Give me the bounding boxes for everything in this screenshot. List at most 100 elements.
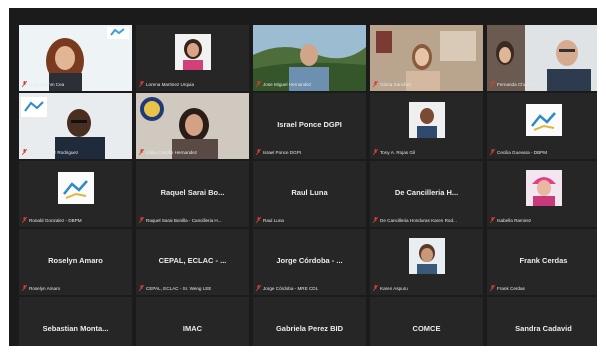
participant-tile[interactable]: Ronald Gonzalez - DBPM [19, 161, 132, 227]
participant-tile[interactable]: Gloria Sanchez [370, 25, 483, 91]
muted-mic-icon [139, 217, 144, 223]
participant-name: Lorena Martinez Urquia [146, 81, 195, 87]
participant-label: Raquel Sarai Bonilla - Cancilleria H... [139, 216, 246, 224]
participant-name: Fernanda Chavez [497, 81, 534, 87]
participant-tile[interactable]: Cecilia Guevara - DBPM [487, 93, 597, 159]
participant-center-name: Israel Ponce DGPI [277, 120, 342, 129]
participant-tile[interactable]: CEPAL, ECLAC - ... CEPAL, ECLAC - Sr. We… [136, 229, 249, 295]
participant-center-name: IMAC [182, 324, 203, 333]
organization-logo [525, 104, 562, 136]
participant-label: Jorge Córdoba - MRE CDL [256, 284, 363, 292]
participant-tile[interactable]: Gabriela Perez BID [253, 297, 366, 346]
participant-label: Isabella Ramirez [490, 216, 597, 224]
participant-name: Efren Gomez Rodriguez [29, 149, 79, 155]
participant-tile[interactable]: Raul Luna Raul Luna [253, 161, 366, 227]
muted-mic-icon [22, 81, 27, 87]
participant-tile-active-speaker[interactable]: Fernanda Chavez [487, 25, 597, 91]
participant-center-name: Roselyn Amaro [48, 256, 103, 265]
participant-tile[interactable]: Frank Cerdas Frank Cerdas [487, 229, 597, 295]
participant-avatar [408, 102, 445, 138]
participant-tile[interactable]: Idalia Castillo Hernandez [136, 93, 249, 159]
muted-mic-icon [256, 149, 261, 155]
participant-label: Cecilia Guevara - DBPM [490, 148, 597, 156]
participant-center-name: Gabriela Perez BID [275, 324, 344, 333]
participant-name: Gloria Sanchez [380, 81, 412, 87]
participant-avatar [174, 34, 211, 70]
muted-mic-icon [22, 217, 27, 223]
participant-label: Tony A. Rojas Gil [373, 148, 480, 156]
participant-name: Frank Cerdas [497, 285, 525, 291]
participant-center-name: Sebastian Monta... [42, 324, 109, 333]
participant-center-name: Raul Luna [291, 188, 328, 197]
participant-tile[interactable]: Sandra Cadavid [487, 297, 597, 346]
muted-mic-icon [490, 217, 495, 223]
participant-tile[interactable]: Karen Aspuru [370, 229, 483, 295]
participant-tile[interactable]: De Cancilleria H... De Cancilleria Hondu… [370, 161, 483, 227]
participant-label: Fernanda Chavez [490, 80, 597, 88]
participant-label: Karen Aspuru [373, 284, 480, 292]
participant-tile[interactable]: Isabella Ramirez [487, 161, 597, 227]
participant-center-name: Frank Cerdas [519, 256, 568, 265]
participant-name: Raul Luna [263, 217, 284, 223]
participant-tile[interactable]: IMAC [136, 297, 249, 346]
participant-label: Gloria Sanchez [373, 80, 480, 88]
participant-tile[interactable]: Efren Gomez Rodriguez [19, 93, 132, 159]
participant-center-name: CEPAL, ECLAC - ... [158, 256, 227, 265]
participant-avatar [408, 238, 445, 274]
participant-tile[interactable]: Roselyn Amaro Roselyn Amaro [19, 229, 132, 295]
muted-mic-icon [490, 285, 495, 291]
participant-tile[interactable]: Israel Ponce DGPI Israel Ponce DGPI [253, 93, 366, 159]
participant-name: Jorge Córdoba - MRE CDL [263, 285, 319, 291]
participant-name: Karen Aspuru [380, 285, 408, 291]
participant-label: CEPAL, ECLAC - Sr. Weng LEE [139, 284, 246, 292]
participant-center-name: Jorge Córdoba - ... [276, 256, 343, 265]
participant-center-name: Raquel Sarai Bo... [160, 188, 225, 197]
muted-mic-icon [139, 81, 144, 87]
organization-logo [57, 172, 94, 204]
participant-name: Israel Ponce DGPI [263, 149, 302, 155]
participant-label: Frank Cerdas [490, 284, 597, 292]
participant-name: Idalia Castillo Hernandez [146, 149, 198, 155]
participant-tile[interactable]: Tony A. Rojas Gil [370, 93, 483, 159]
participant-label: Ronald Gonzalez - DBPM [22, 216, 129, 224]
muted-mic-icon [373, 285, 378, 291]
participant-center-name: De Cancilleria H... [394, 188, 459, 197]
participant-label: Jose Miguel Hernandez [256, 80, 363, 88]
participant-name: CEPAL, ECLAC - Sr. Weng LEE [146, 285, 212, 291]
participant-label: Lidia Fromm Cea [22, 80, 129, 88]
participant-name: Lidia Fromm Cea [29, 81, 65, 87]
participant-label: De Cancilleria Honduras Karen Rod... [373, 216, 480, 224]
participant-tile[interactable]: Lidia Fromm Cea [19, 25, 132, 91]
muted-mic-icon [139, 285, 144, 291]
muted-mic-icon [22, 285, 27, 291]
muted-mic-icon [256, 217, 261, 223]
muted-mic-icon [490, 81, 495, 87]
muted-mic-icon [490, 149, 495, 155]
participant-tile[interactable]: Jorge Córdoba - ... Jorge Córdoba - MRE … [253, 229, 366, 295]
participant-tile[interactable]: Raquel Sarai Bo... Raquel Sarai Bonilla … [136, 161, 249, 227]
participant-name: Cecilia Guevara - DBPM [497, 149, 548, 155]
muted-mic-icon [373, 217, 378, 223]
muted-mic-icon [139, 149, 144, 155]
participant-label: Lorena Martinez Urquia [139, 80, 246, 88]
meeting-window: Lidia Fromm Cea Lorena Martinez Urquia J… [9, 8, 597, 346]
participant-avatar [525, 170, 562, 206]
participant-tile[interactable]: Lorena Martinez Urquia [136, 25, 249, 91]
participant-label: Efren Gomez Rodriguez [22, 148, 129, 156]
participant-name: De Cancilleria Honduras Karen Rod... [380, 217, 457, 223]
participant-label: Raul Luna [256, 216, 363, 224]
participant-label: Idalia Castillo Hernandez [139, 148, 246, 156]
muted-mic-icon [256, 285, 261, 291]
participant-name: Isabella Ramirez [497, 217, 532, 223]
participant-tile[interactable]: COMCE [370, 297, 483, 346]
participant-label: Roselyn Amaro [22, 284, 129, 292]
muted-mic-icon [373, 81, 378, 87]
muted-mic-icon [22, 149, 27, 155]
participant-name: Raquel Sarai Bonilla - Cancilleria H... [146, 217, 222, 223]
participant-tile[interactable]: Jose Miguel Hernandez [253, 25, 366, 91]
participant-center-name: Sandra Cadavid [515, 324, 572, 333]
participant-tile[interactable]: Sebastian Monta... [19, 297, 132, 346]
muted-mic-icon [256, 81, 261, 87]
participant-center-name: COMCE [412, 324, 441, 333]
muted-mic-icon [373, 149, 378, 155]
